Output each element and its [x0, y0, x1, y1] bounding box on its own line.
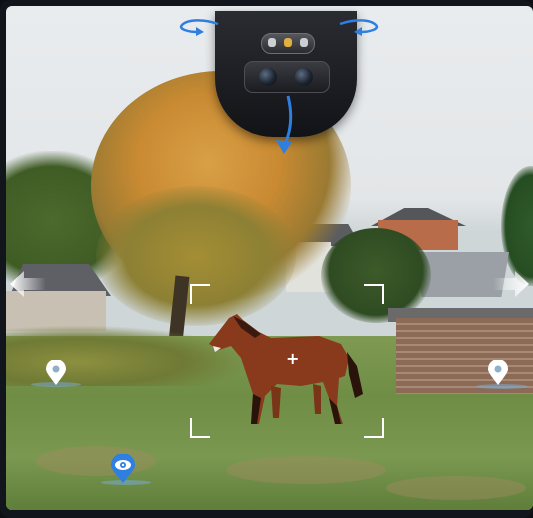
autumn-tree-lower — [96, 186, 296, 326]
arrow-left-icon[interactable] — [8, 269, 48, 299]
focus-corner-top-right — [364, 284, 384, 304]
eye-pin-icon[interactable] — [110, 454, 136, 484]
location-pin-icon[interactable] — [487, 360, 509, 386]
focus-corner-bottom-right — [364, 418, 384, 438]
focus-corner-bottom-left — [190, 418, 210, 438]
camera-lens — [259, 68, 277, 86]
camera-lens — [295, 68, 313, 86]
shed-wall — [396, 318, 533, 394]
tilt-down-arrow-icon[interactable] — [272, 94, 300, 158]
camera-view: + — [6, 6, 533, 510]
rotate-left-arrow-icon[interactable] — [174, 16, 222, 38]
horse-icon — [209, 314, 363, 424]
focus-corner-top-left — [190, 284, 210, 304]
camera-lens-bar — [244, 61, 330, 93]
camera-sensor-strip — [261, 33, 315, 54]
location-pin-icon[interactable] — [45, 360, 67, 386]
crosshair-icon: + — [286, 349, 300, 368]
rotate-right-arrow-icon[interactable] — [336, 16, 384, 38]
app-frame: + — [0, 0, 533, 518]
arrow-right-icon[interactable] — [491, 269, 531, 299]
